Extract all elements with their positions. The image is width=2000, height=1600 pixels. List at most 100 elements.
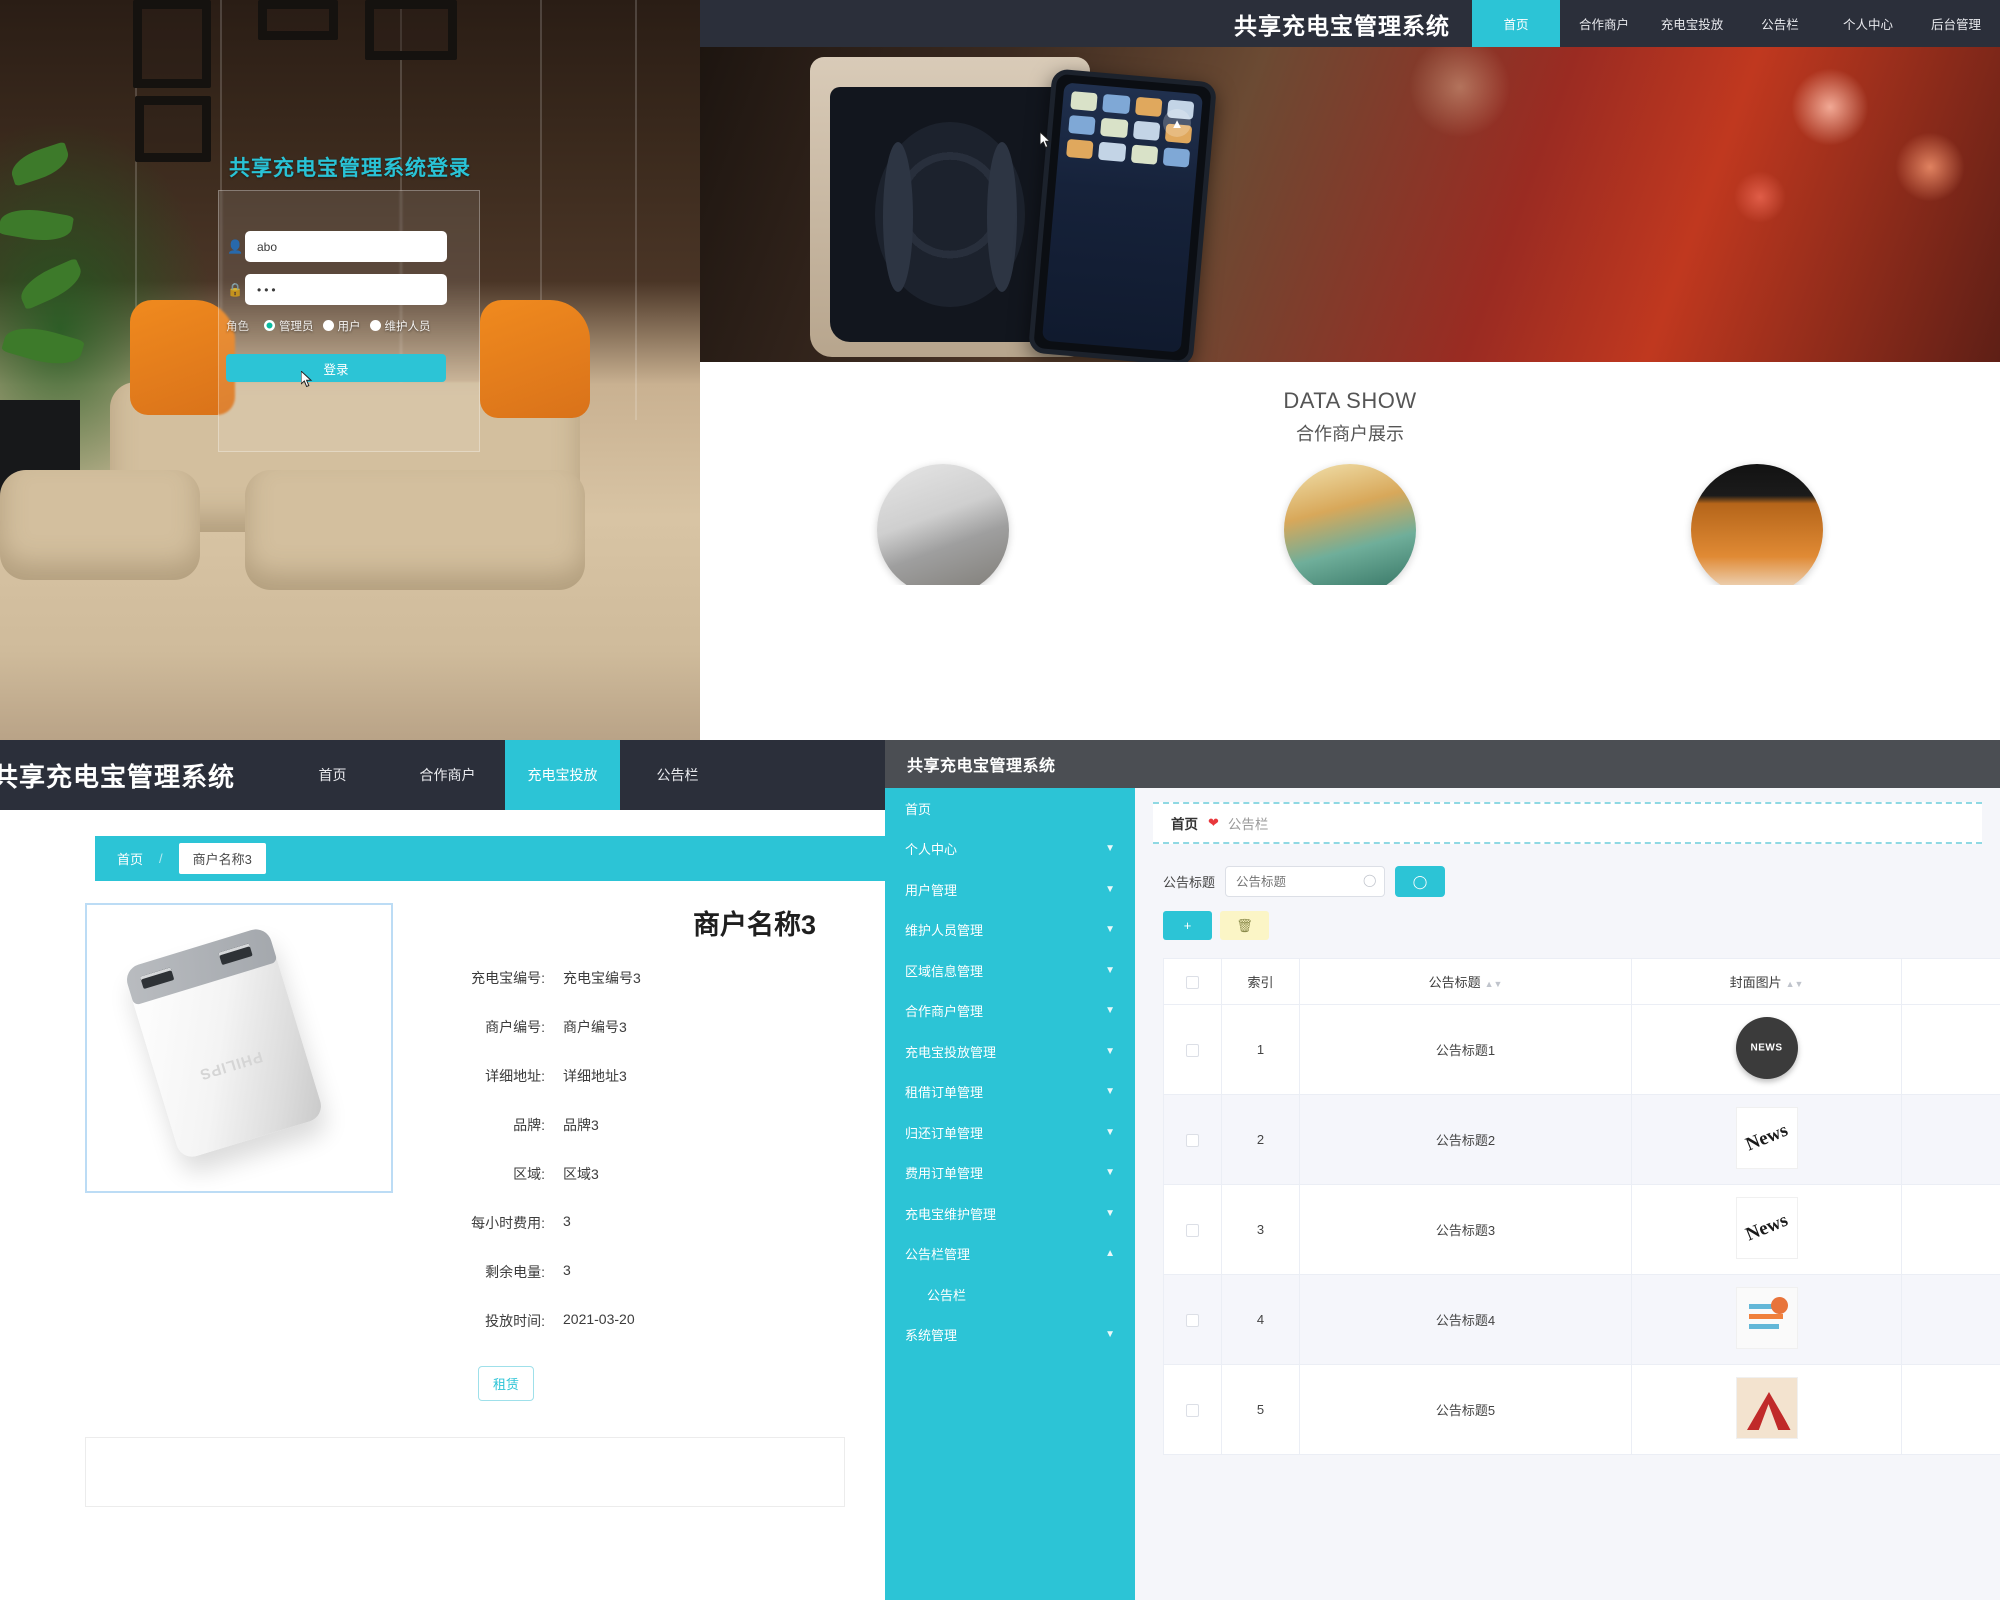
power-bank-brand-text: PHILIPS [197, 1047, 265, 1084]
sidebar-item-user-management[interactable]: 用户管理 ▼ [885, 869, 1135, 910]
admin-sidebar: 首页 个人中心 ▼ 用户管理 ▼ 维护人员管理 ▼ 区域信息管理 ▼ 合作商户管… [885, 788, 1135, 1600]
row-date: 2021-03-20 [1901, 1004, 2000, 1095]
sidebar-item-notice-board[interactable]: 公告栏 [885, 1274, 1135, 1315]
search-label: 公告标题 [1163, 875, 1216, 890]
sidebar-item-label: 合作商户管理 [905, 1004, 984, 1020]
table-row[interactable]: 3 公告标题3 2021-03-20 [1163, 1184, 2000, 1275]
nav-item-home[interactable]: 首页 [1472, 0, 1560, 47]
username-input[interactable]: abo [245, 231, 447, 262]
column-cover-image[interactable]: 封面图片 ▲▼ [1631, 958, 1902, 1005]
sidebar-item-return-order-management[interactable]: 归还订单管理 ▼ [885, 1112, 1135, 1153]
add-button[interactable]: + [1163, 911, 1212, 940]
sidebar-item-notice-management[interactable]: 公告栏管理 ▲ [885, 1234, 1135, 1275]
select-all-checkbox[interactable] [1186, 976, 1199, 990]
nav-item-profile[interactable]: 个人中心 [1824, 0, 1912, 47]
row-index: 3 [1221, 1184, 1300, 1275]
lock-icon: 🔒 [227, 282, 244, 297]
merchant-avatar[interactable] [1283, 464, 1416, 585]
row-select-cell [1163, 1094, 1222, 1185]
row-cover-image [1631, 1004, 1902, 1095]
newspaper-image[interactable] [1735, 1197, 1798, 1259]
nav-item-admin[interactable]: 后台管理 [1912, 0, 2000, 47]
role-option-admin[interactable]: 管理员 [264, 318, 314, 334]
radio-admin-icon[interactable] [264, 320, 275, 331]
phone-app-icon [1068, 115, 1096, 136]
radio-maintainer-icon[interactable] [369, 320, 381, 331]
wall-art-frame [133, 0, 211, 88]
row-checkbox[interactable] [1186, 1134, 1199, 1148]
password-input[interactable]: ••• [245, 274, 447, 305]
chart-arrow-image[interactable] [1735, 1377, 1798, 1439]
nav-item-notice[interactable]: 公告栏 [620, 740, 735, 810]
sidebar-item-fee-order-management[interactable]: 费用订单管理 ▼ [885, 1153, 1135, 1194]
phone-app-icon [1066, 138, 1094, 160]
home-top-navbar: 共享充电宝管理系统 首页 合作商户 充电宝投放 公告栏 个人中心 后台管理 [700, 0, 2000, 47]
chevron-up-icon[interactable]: ▲ [1163, 109, 1191, 137]
sidebar-item-maintenance-management[interactable]: 充电宝维护管理 ▼ [885, 1193, 1135, 1234]
news-globe-icon[interactable] [1735, 1017, 1798, 1079]
row-checkbox[interactable] [1186, 1224, 1199, 1238]
sidebar-item-rental-order-management[interactable]: 租借订单管理 ▼ [885, 1072, 1135, 1113]
sort-icon[interactable]: ▲▼ [1786, 979, 1804, 989]
nav-item-deployment[interactable]: 充电宝投放 [1648, 0, 1736, 47]
detail-brand-title: 共享充电宝管理系统 [0, 761, 236, 792]
column-title[interactable]: 公告标题 ▲▼ [1299, 958, 1632, 1005]
nav-item-merchants[interactable]: 合作商户 [390, 740, 505, 810]
admin-main: 首页 个人中心 ▼ 用户管理 ▼ 维护人员管理 ▼ 区域信息管理 ▼ 合作商户管… [885, 788, 2000, 1600]
search-button[interactable]: ◯ [1395, 866, 1446, 897]
newspaper-image[interactable] [1735, 1107, 1798, 1169]
sidebar-item-deployment-management[interactable]: 充电宝投放管理 ▼ [885, 1031, 1135, 1072]
row-index: 5 [1221, 1364, 1300, 1455]
table-row[interactable]: 5 公告标题5 2021-03-20 [1163, 1364, 2000, 1455]
field-label: 每小时费用: [471, 1215, 545, 1231]
sidebar-item-system-management[interactable]: 系统管理 ▼ [885, 1315, 1135, 1356]
row-checkbox[interactable] [1186, 1314, 1199, 1328]
row-checkbox[interactable] [1186, 1044, 1199, 1058]
select-all-header [1163, 958, 1222, 1005]
sidebar-item-maintainer-management[interactable]: 维护人员管理 ▼ [885, 910, 1135, 951]
field-row: 剩余电量: 3 [438, 1262, 858, 1282]
sidebar-item-label: 归还订单管理 [905, 1125, 984, 1141]
radio-user-icon[interactable] [322, 320, 334, 331]
column-publish-date[interactable]: 发布日期▲▼ [1901, 958, 2000, 1005]
detail-footer-box [85, 1437, 845, 1507]
sidebar-item-label: 费用订单管理 [905, 1166, 984, 1182]
search-input[interactable] [1225, 866, 1386, 897]
power-bank-top-face [123, 925, 278, 1006]
role-option-maintainer[interactable]: 维护人员 [369, 318, 431, 334]
nav-item-merchants[interactable]: 合作商户 [1560, 0, 1648, 47]
login-button[interactable]: 登录 [226, 354, 446, 382]
phone-app-icon [1070, 91, 1098, 112]
merchant-avatar[interactable] [1690, 464, 1823, 585]
rent-button[interactable]: 租赁 [478, 1366, 535, 1401]
nav-item-deployment[interactable]: 充电宝投放 [505, 740, 621, 810]
sidebar-item-profile[interactable]: 个人中心 ▼ [885, 829, 1135, 870]
row-title: 公告标题1 [1299, 1004, 1632, 1095]
row-checkbox[interactable] [1186, 1404, 1199, 1418]
admin-content: 首页 ❤ 公告栏 公告标题 ◯ ◯ + 🗑 [1135, 788, 2000, 1600]
breadcrumb-home-link[interactable]: 首页 [117, 849, 143, 868]
row-date: 2021-03-20 [1901, 1094, 2000, 1185]
table-row[interactable]: 1 公告标题1 2021-03-20 [1163, 1004, 2000, 1095]
chevron-up-icon: ▲ [1105, 1248, 1115, 1260]
login-panel: 共享充电宝管理系统登录 👤 abo 🔒 ••• 角色 管理员 用户 维护人员 登… [0, 0, 700, 740]
infographic-image[interactable] [1735, 1287, 1798, 1349]
field-value: 3 [563, 1262, 571, 1278]
delete-button[interactable]: 🗑 [1220, 911, 1269, 940]
table-row[interactable]: 2 公告标题2 2021-03-20 [1163, 1094, 2000, 1185]
nav-item-home[interactable]: 首页 [275, 740, 390, 810]
ottoman [0, 470, 200, 580]
sidebar-item-merchant-management[interactable]: 合作商户管理 ▼ [885, 991, 1135, 1032]
table-row[interactable]: 4 公告标题4 2021 [1163, 1274, 2000, 1365]
merchant-avatar[interactable] [877, 464, 1010, 585]
role-option-user[interactable]: 用户 [322, 318, 361, 334]
row-cover-image [1631, 1274, 1902, 1365]
sort-icon[interactable]: ▲▼ [1485, 979, 1503, 989]
nav-item-notice[interactable]: 公告栏 [1736, 0, 1824, 47]
sidebar-item-home[interactable]: 首页 [885, 788, 1135, 829]
row-date: 2021-03-20 [1901, 1274, 2000, 1365]
field-value: 充电宝编号3 [563, 970, 641, 986]
row-select-cell [1163, 1004, 1222, 1095]
sidebar-item-area-management[interactable]: 区域信息管理 ▼ [885, 950, 1135, 991]
breadcrumb-home-link[interactable]: 首页 [1171, 813, 1198, 833]
